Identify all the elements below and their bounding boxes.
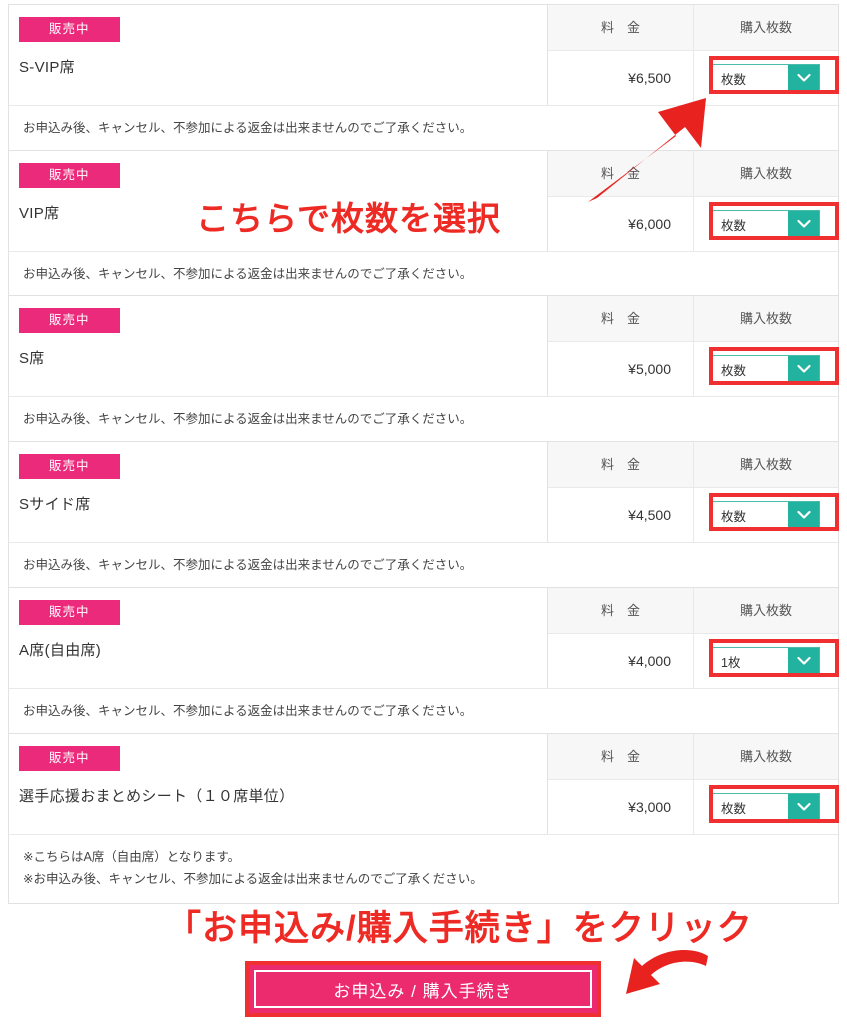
quantity-select[interactable]: 枚数 (712, 500, 820, 530)
quantity-select-cell: 1枚 (694, 634, 838, 688)
annotation-arrow-curve-down-left (626, 950, 708, 994)
fee-column-header: 料 金 (548, 734, 694, 780)
quantity-column-header: 購入枚数 (694, 734, 838, 780)
seat-name: A席(自由席) (19, 641, 102, 659)
annotation-arrow-up-right (588, 98, 706, 202)
quantity-select-value: 枚数 (713, 210, 788, 238)
chevron-down-icon (788, 355, 819, 383)
ticket-name-cell: 販売中 S席 (9, 296, 548, 396)
quantity-select[interactable]: 枚数 (712, 63, 820, 93)
ticket-notes: ※こちらはA席（自由席）となります。 ※お申込み後、キャンセル、不参加による返金… (9, 834, 838, 903)
quantity-select-cell: 枚数 (694, 488, 838, 542)
ticket-name-cell: 販売中 S-VIP席 (9, 5, 548, 105)
ticket-block-3: 販売中 Sサイド席 料 金 購入枚数 ¥4,500 枚数 お申込み後、キャンセル… (8, 441, 839, 590)
chevron-down-icon (788, 501, 819, 529)
ticket-name-cell: 販売中 選手応援おまとめシート（１０席単位） (9, 734, 548, 834)
chevron-down-icon (788, 793, 819, 821)
quantity-column-header: 購入枚数 (694, 5, 838, 51)
quantity-select-value: 枚数 (713, 64, 788, 92)
chevron-down-icon (788, 647, 819, 675)
status-badge: 販売中 (19, 454, 120, 479)
ticket-price: ¥5,000 (548, 342, 694, 396)
chevron-down-icon (788, 64, 819, 92)
quantity-select-value: 枚数 (713, 355, 788, 383)
ticket-price: ¥4,000 (548, 634, 694, 688)
status-badge: 販売中 (19, 308, 120, 333)
seat-name: Sサイド席 (19, 495, 91, 513)
quantity-column-header: 購入枚数 (694, 296, 838, 342)
ticket-notes: お申込み後、キャンセル、不参加による返金は出来ませんのでご了承ください。 (9, 251, 838, 298)
status-badge: 販売中 (19, 17, 120, 42)
fee-column-header: 料 金 (548, 442, 694, 488)
seat-name: 選手応援おまとめシート（１０席単位） (19, 787, 295, 805)
ticket-note-line: お申込み後、キャンセル、不参加による返金は出来ませんのでご了承ください。 (23, 558, 473, 572)
quantity-select[interactable]: 枚数 (712, 209, 820, 239)
fee-column-header: 料 金 (548, 296, 694, 342)
seat-name: S-VIP席 (19, 58, 75, 76)
status-badge: 販売中 (19, 746, 120, 771)
ticket-purchase-page: 販売中 S-VIP席 料 金 購入枚数 ¥6,500 枚数 お申込み後、キャンセ… (0, 0, 847, 1024)
quantity-select-value: 1枚 (713, 647, 788, 675)
quantity-select-cell: 枚数 (694, 197, 838, 251)
submit-button-wrapper: お申込み / 購入手続き (245, 961, 601, 1017)
ticket-note-line: ※お申込み後、キャンセル、不参加による返金は出来ませんのでご了承ください。 (23, 871, 483, 886)
ticket-price: ¥4,500 (548, 488, 694, 542)
chevron-down-icon (788, 210, 819, 238)
quantity-select-cell: 枚数 (694, 342, 838, 396)
ticket-note-line: お申込み後、キャンセル、不参加による返金は出来ませんのでご了承ください。 (23, 267, 473, 281)
ticket-note-line: ※こちらはA席（自由席）となります。 (23, 850, 241, 864)
quantity-select[interactable]: 1枚 (712, 646, 820, 676)
quantity-select-value: 枚数 (713, 501, 788, 529)
quantity-select-value: 枚数 (713, 793, 788, 821)
ticket-notes: お申込み後、キャンセル、不参加による返金は出来ませんのでご了承ください。 (9, 688, 838, 735)
fee-column-header: 料 金 (548, 588, 694, 634)
quantity-select-cell: 枚数 (694, 780, 838, 834)
submit-button-label: お申込み / 購入手続き (333, 981, 513, 1001)
ticket-name-cell: 販売中 A席(自由席) (9, 588, 548, 688)
annotation-select-hint: こちらで枚数を選択 (196, 200, 502, 237)
fee-column-header: 料 金 (548, 5, 694, 51)
status-badge: 販売中 (19, 600, 120, 625)
ticket-price: ¥3,000 (548, 780, 694, 834)
ticket-name-cell: 販売中 Sサイド席 (9, 442, 548, 542)
quantity-select[interactable]: 枚数 (712, 354, 820, 384)
ticket-notes: お申込み後、キャンセル、不参加による返金は出来ませんのでご了承ください。 (9, 542, 838, 589)
quantity-column-header: 購入枚数 (694, 442, 838, 488)
ticket-block-2: 販売中 S席 料 金 購入枚数 ¥5,000 枚数 お申込み後、キャンセル、不参… (8, 295, 839, 444)
seat-name: S席 (19, 349, 45, 367)
ticket-price: ¥6,000 (548, 197, 694, 251)
submit-button[interactable]: お申込み / 購入手続き (245, 961, 601, 1017)
ticket-block-5: 販売中 選手応援おまとめシート（１０席単位） 料 金 購入枚数 ¥3,000 枚… (8, 733, 839, 904)
quantity-column-header: 購入枚数 (694, 588, 838, 634)
quantity-select[interactable]: 枚数 (712, 792, 820, 822)
ticket-note-line: お申込み後、キャンセル、不参加による返金は出来ませんのでご了承ください。 (23, 704, 473, 718)
status-badge: 販売中 (19, 163, 120, 188)
ticket-block-4: 販売中 A席(自由席) 料 金 購入枚数 ¥4,000 1枚 お申込み後、キャン… (8, 587, 839, 736)
ticket-notes: お申込み後、キャンセル、不参加による返金は出来ませんのでご了承ください。 (9, 396, 838, 443)
ticket-note-line: お申込み後、キャンセル、不参加による返金は出来ませんのでご了承ください。 (23, 412, 473, 426)
